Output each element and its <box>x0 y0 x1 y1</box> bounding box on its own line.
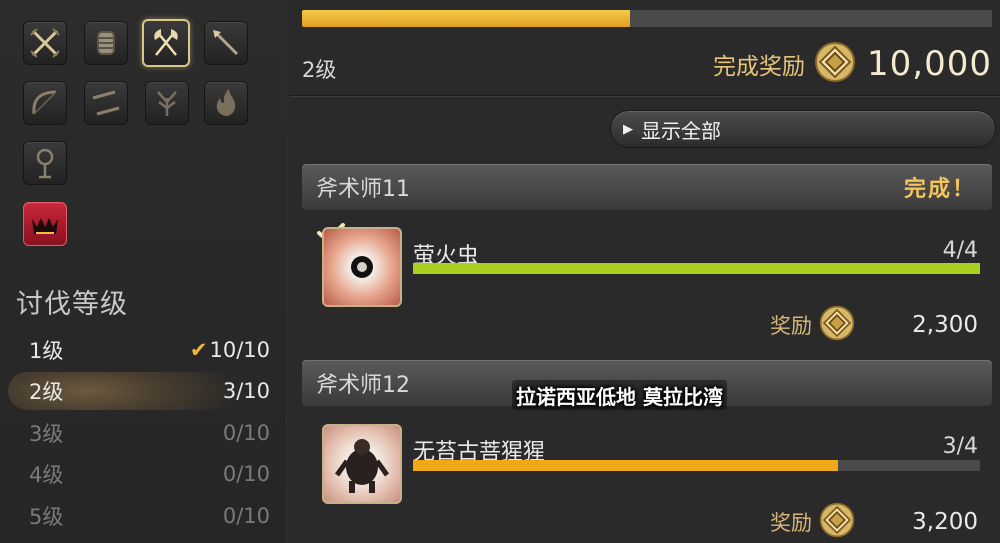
staff-icon[interactable] <box>23 141 67 185</box>
seal-icon <box>818 304 856 346</box>
rank-value: 0/10 <box>222 421 270 445</box>
mob-progress-fill <box>413 460 839 471</box>
flame-icon[interactable] <box>204 81 248 125</box>
reward-label: 奖励 <box>770 314 812 338</box>
mob-count: 4/4 <box>942 238 978 263</box>
rank-value: 10/10 <box>209 338 270 362</box>
rank-label: 5级 <box>29 505 64 529</box>
rank-label: 4级 <box>29 463 64 487</box>
reward-value: 3,200 <box>912 509 978 535</box>
rank-row-1[interactable]: 1级 ✔ 10/10 <box>8 331 270 369</box>
completion-reward: 完成奖励 10,000 <box>713 40 992 88</box>
gauntlet-icon[interactable] <box>84 21 128 65</box>
axe-icon[interactable] <box>142 19 190 67</box>
sword-icon[interactable] <box>23 21 67 65</box>
rank-value: 0/10 <box>222 504 270 528</box>
mob-portrait[interactable] <box>322 424 402 504</box>
seal-icon <box>818 501 856 543</box>
check-icon: ✔ <box>189 338 208 362</box>
right-panel: 2级 完成奖励 10,000 ▶ 显示全部 斧术师11 完成！ 萤火虫 4/4 … <box>290 0 1000 543</box>
rank-label: 2级 <box>29 380 64 404</box>
section-title: 讨伐等级 <box>16 289 128 320</box>
entry-header[interactable]: 斧术师11 完成！ <box>302 164 992 210</box>
rank-progress-bar <box>302 10 992 27</box>
entry-title: 斧术师11 <box>316 177 410 202</box>
rank-label: 1级 <box>29 339 64 363</box>
entry-title: 斧术师12 <box>316 373 410 398</box>
rank-row-5[interactable]: 5级 0/10 <box>8 497 270 535</box>
reward-label: 奖励 <box>770 511 812 535</box>
completion-reward-label: 完成奖励 <box>713 54 806 80</box>
current-rank-label: 2级 <box>302 58 337 82</box>
lance-icon[interactable] <box>204 21 248 65</box>
rank-value: 3/10 <box>222 379 270 403</box>
daggers-icon[interactable] <box>84 81 128 125</box>
reward-line: 奖励 3,200 <box>770 501 978 543</box>
rank-row-4[interactable]: 4级 0/10 <box>8 455 270 493</box>
rank-label: 3级 <box>29 422 64 446</box>
mob-progress-bar <box>413 263 980 274</box>
completion-reward-value: 10,000 <box>867 44 992 84</box>
show-all-label: 显示全部 <box>641 118 721 143</box>
seal-icon <box>813 40 857 88</box>
location-caption: 拉诺西亚低地 莫拉比湾 <box>512 380 727 410</box>
left-panel: 讨伐等级 1级 ✔ 10/10 2级 3/10 3级 0/10 4级 0/10 … <box>0 0 285 543</box>
mob-portrait[interactable] <box>322 227 402 307</box>
reward-value: 2,300 <box>912 312 978 338</box>
rank-value: 0/10 <box>222 462 270 486</box>
thorn-icon[interactable] <box>145 81 189 125</box>
rank-progress-fill <box>302 10 630 27</box>
mob-progress-bar <box>413 460 980 471</box>
mob-count: 3/4 <box>942 434 978 459</box>
play-icon: ▶ <box>623 121 633 137</box>
grand-company-icon[interactable] <box>23 202 67 246</box>
show-all-button[interactable]: ▶ 显示全部 <box>610 110 996 148</box>
mob-progress-fill <box>413 263 980 274</box>
entry-status: 完成！ <box>903 177 976 202</box>
rank-row-3[interactable]: 3级 0/10 <box>8 414 270 452</box>
panel-divider <box>285 0 288 543</box>
rank-row-2[interactable]: 2级 3/10 <box>8 372 270 410</box>
divider <box>290 95 1000 97</box>
reward-line: 奖励 2,300 <box>770 304 978 346</box>
bow-icon[interactable] <box>23 81 67 125</box>
